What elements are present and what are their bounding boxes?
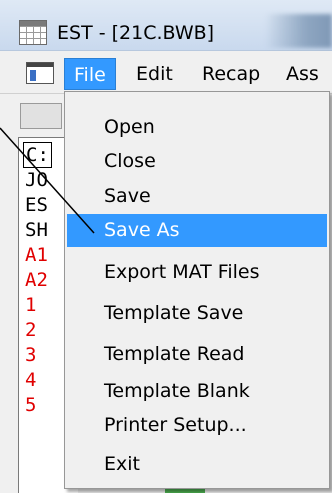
- panel-row-a2: A2: [25, 269, 48, 291]
- panel-row-job: JO: [25, 169, 48, 191]
- menu-item-exit[interactable]: Exit: [67, 448, 327, 481]
- menu-recap[interactable]: Recap: [193, 58, 269, 90]
- panel-row-5: 5: [25, 394, 37, 416]
- menu-item-open[interactable]: Open: [67, 111, 327, 144]
- title-bar-fade: [265, 14, 332, 48]
- window-title: EST - [21C.BWB]: [57, 22, 215, 44]
- window-icon[interactable]: [26, 62, 54, 84]
- menu-file[interactable]: File: [64, 58, 116, 90]
- panel-row-a1: A1: [25, 244, 48, 266]
- panel-row-est: ES: [25, 194, 48, 216]
- menu-item-printer-setup[interactable]: Printer Setup...: [67, 409, 327, 442]
- menu-item-template-save[interactable]: Template Save: [67, 297, 327, 330]
- panel-row-3: 3: [25, 344, 37, 366]
- panel-row-2: 2: [25, 319, 37, 341]
- menu-item-save[interactable]: Save: [67, 180, 327, 213]
- menu-item-template-read[interactable]: Template Read: [67, 338, 327, 371]
- menu-item-close[interactable]: Close: [67, 145, 327, 178]
- sheet-tab[interactable]: [165, 489, 205, 493]
- title-bar[interactable]: EST - [21C.BWB]: [0, 0, 332, 51]
- panel-row-path: C:: [23, 142, 52, 168]
- menu-item-save-as[interactable]: Save As: [67, 214, 327, 247]
- panel-row-4: 4: [25, 369, 37, 391]
- menu-ass[interactable]: Ass: [277, 58, 328, 90]
- toolbar-button[interactable]: [20, 103, 62, 129]
- menu-item-export-mat-files[interactable]: Export MAT Files: [67, 256, 327, 289]
- menu-edit[interactable]: Edit: [127, 58, 182, 90]
- panel-row-1: 1: [25, 294, 37, 316]
- application-window: EST - [21C.BWB] File Edit Recap Ass C: J…: [0, 0, 332, 493]
- file-menu-dropdown: Open Close Save Save As Export MAT Files…: [64, 91, 330, 489]
- spreadsheet-icon[interactable]: [19, 20, 47, 45]
- menu-item-template-blank[interactable]: Template Blank: [67, 375, 327, 408]
- panel-row-sh: SH: [25, 219, 48, 241]
